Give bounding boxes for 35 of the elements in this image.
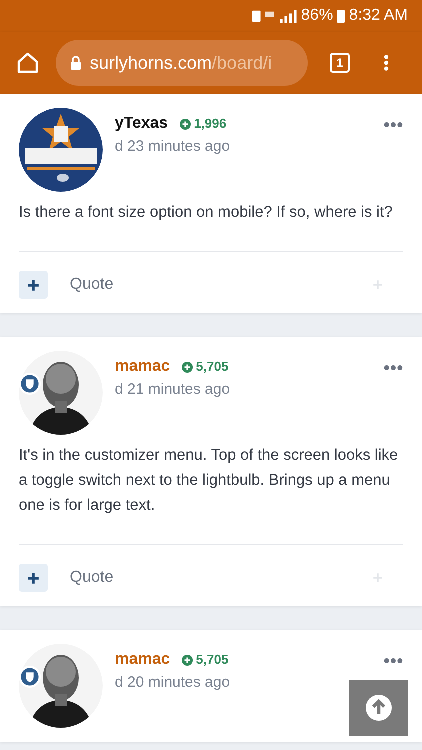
- reputation-count: 5,705: [182, 357, 229, 377]
- plus-circle-icon: [180, 118, 192, 130]
- author-name[interactable]: yTexas: [115, 112, 168, 136]
- lock-icon: [70, 56, 82, 70]
- reputation-count: 5,705: [182, 650, 229, 670]
- quote-button[interactable]: Quote: [70, 566, 114, 590]
- scroll-to-top-button[interactable]: [349, 680, 408, 736]
- home-icon[interactable]: [16, 51, 40, 75]
- tab-count-button[interactable]: 1: [330, 53, 350, 73]
- post-time: d 20 minutes ago: [115, 673, 232, 693]
- signal-icon: [265, 10, 298, 22]
- post-time: d 21 minutes ago: [115, 380, 232, 400]
- add-button[interactable]: [19, 271, 48, 299]
- plus-icon: [27, 572, 40, 584]
- menu-icon[interactable]: [384, 54, 389, 72]
- battery-saver-icon: [252, 10, 262, 22]
- post-time: d 23 minutes ago: [115, 137, 232, 157]
- quote-button[interactable]: Quote: [70, 273, 114, 297]
- plus-icon: [27, 278, 40, 292]
- url-text: surlyhorns.com/board/i: [90, 52, 272, 75]
- battery-icon: [337, 9, 346, 23]
- post-text: Is there a font size option on mobile? If so, where is it?: [19, 203, 394, 223]
- more-options-icon[interactable]: [384, 365, 403, 371]
- battery-percent: 86%: [301, 6, 334, 26]
- reputation-count: 1,996: [180, 114, 227, 134]
- author-name[interactable]: mamac: [115, 355, 170, 379]
- clock: 8:32 AM: [349, 6, 408, 26]
- post-text: It's in the customizer menu. Top of the screen looks like a toggle switch next to the lightbulb. Brings up a menu one is for large text.: [19, 446, 400, 516]
- plus-circle-icon: [182, 362, 194, 372]
- more-options-icon[interactable]: [384, 122, 403, 128]
- more-options-icon[interactable]: [384, 658, 403, 664]
- author-name[interactable]: mamac: [115, 648, 170, 672]
- add-button[interactable]: [19, 564, 48, 592]
- plus-circle-icon: [182, 654, 194, 666]
- address-bar[interactable]: surlyhorns.com/board/i: [56, 40, 308, 86]
